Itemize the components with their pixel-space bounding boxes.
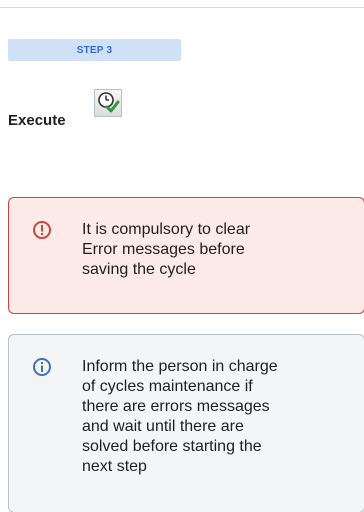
step-badge: STEP 3: [8, 39, 181, 61]
error-panel: It is compulsory to clear Error messages…: [8, 197, 364, 314]
clock-check-icon: [94, 89, 122, 117]
top-divider: [0, 7, 364, 8]
info-icon: [32, 357, 52, 377]
document-page: STEP 3 Execute It is compulsory to clear…: [0, 0, 364, 512]
error-message: It is compulsory to clear Error messages…: [82, 221, 251, 278]
info-message: Inform the person in charge of cycles ma…: [82, 358, 278, 475]
step-label: STEP 3: [76, 44, 113, 56]
error-icon: [32, 220, 52, 240]
info-panel: Inform the person in charge of cycles ma…: [8, 334, 364, 512]
execute-label: Execute: [8, 112, 66, 129]
